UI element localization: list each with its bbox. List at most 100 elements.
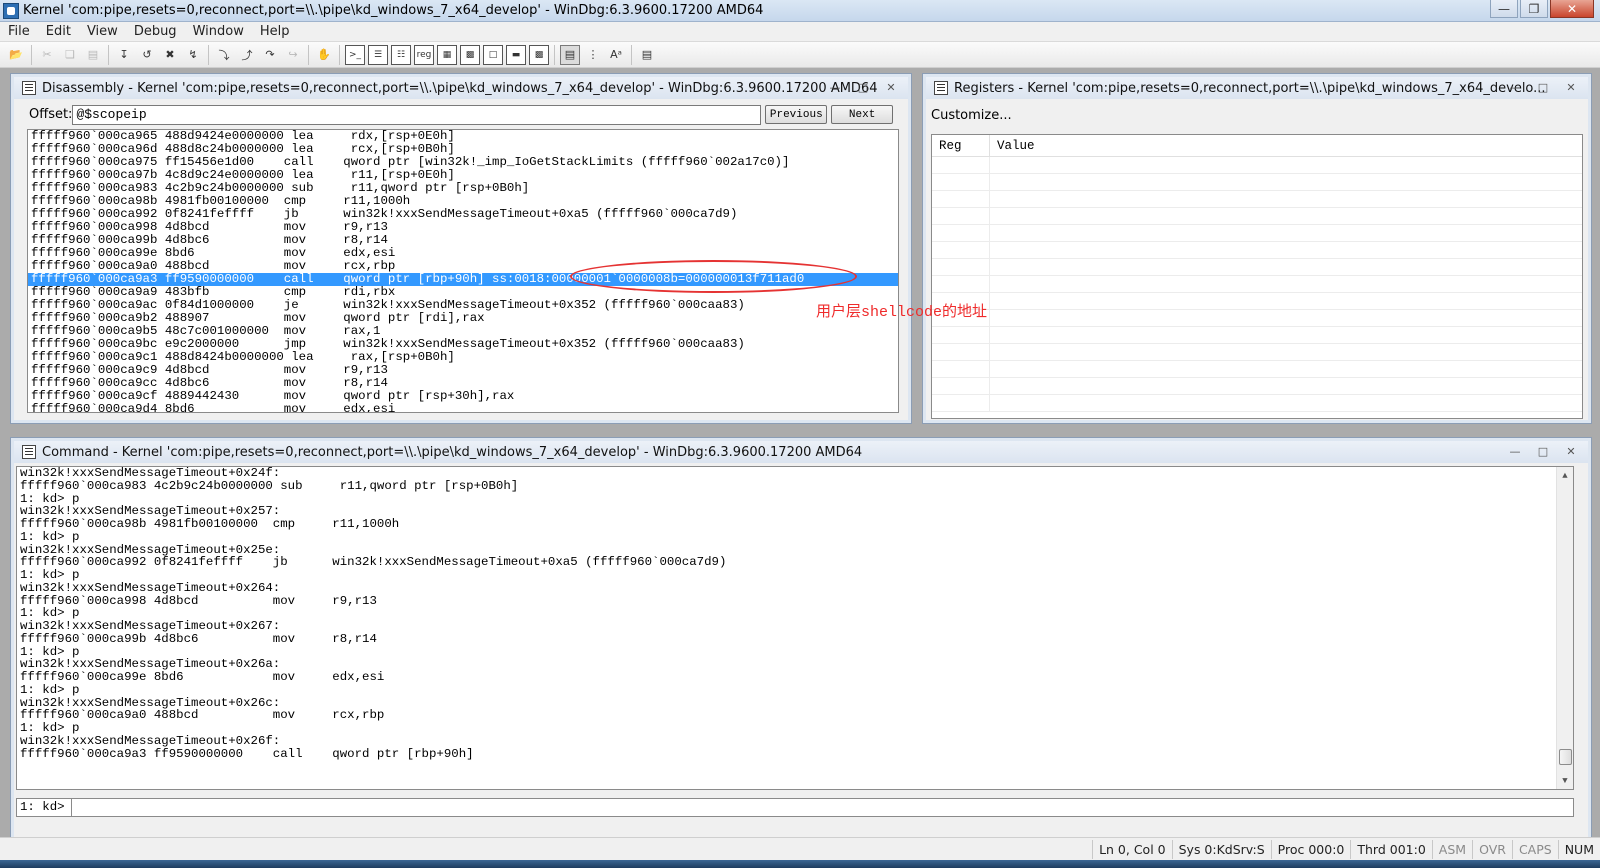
registers-grid[interactable]: Reg Value	[931, 134, 1583, 419]
breakpoint-hand-icon[interactable]: ✋	[314, 45, 334, 65]
toolbar-separator	[208, 44, 209, 65]
disassembly-window: Disassembly - Kernel 'com:pipe,resets=0,…	[10, 73, 912, 424]
restart-icon[interactable]: ↺	[137, 45, 157, 65]
scroll-down-icon[interactable]: ▼	[1557, 772, 1573, 789]
maximize-icon[interactable]: □	[852, 79, 874, 95]
restore-icon[interactable]: ❐	[1520, 0, 1548, 18]
menu-edit[interactable]: Edit	[38, 24, 79, 39]
customize-button[interactable]: Customize...	[931, 108, 1012, 123]
status-caps: CAPS	[1511, 839, 1558, 859]
close-icon[interactable]: ✕	[1550, 0, 1594, 18]
command-prompt-row: 1: kd>	[16, 798, 1574, 817]
register-row	[932, 174, 1582, 191]
command-prompt-label: 1: kd>	[17, 799, 72, 816]
previous-button[interactable]: Previous	[765, 105, 828, 124]
memory-window-icon[interactable]: ▦	[437, 44, 457, 65]
annotation-label: 用户层shellcode的地址	[816, 304, 988, 321]
minimize-icon[interactable]: —	[824, 79, 846, 95]
hex-mode-icon[interactable]: ⋮	[583, 45, 603, 65]
close-icon[interactable]: ✕	[1560, 79, 1582, 95]
go-icon[interactable]: ↧	[114, 45, 134, 65]
cut-icon[interactable]: ✂	[37, 45, 57, 65]
command-output-line: 1: kd> p	[20, 682, 80, 697]
register-row	[932, 344, 1582, 361]
command-output-line: 1: kd> p	[20, 568, 80, 582]
register-row	[932, 327, 1582, 344]
menu-help[interactable]: Help	[252, 24, 298, 39]
disassembly-line[interactable]: fffff960`000ca9d4 8bd6 mov edx,esi	[28, 403, 898, 413]
os-taskbar	[0, 860, 1600, 868]
step-out-icon[interactable]: ↷	[260, 45, 280, 65]
register-row	[932, 242, 1582, 259]
menu-window[interactable]: Window	[185, 24, 252, 39]
stop-debugging-icon[interactable]: ✖	[160, 45, 180, 65]
registers-window-icon[interactable]: reg	[414, 44, 434, 65]
toolbar-separator	[108, 44, 109, 65]
disassembly-window-icon[interactable]: □	[483, 44, 503, 65]
close-icon[interactable]: ✕	[880, 79, 902, 95]
scroll-up-icon[interactable]: ▲	[1557, 467, 1573, 484]
status-ovr: OVR	[1472, 839, 1512, 859]
toolbar-separator	[339, 44, 340, 65]
options-icon[interactable]: ▤	[637, 45, 657, 65]
close-icon[interactable]: ✕	[1560, 443, 1582, 459]
disassembly-offset-bar: Offset: @$scopeip Previous Next	[27, 104, 893, 125]
processes-threads-icon[interactable]: ▩	[529, 44, 549, 65]
toolbar-separator	[554, 44, 555, 65]
command-output-line: win32k!xxxSendMessageTimeout+0x24f:	[20, 466, 281, 480]
call-stack-icon[interactable]: ▩	[460, 44, 480, 65]
command-output-scrollbar[interactable]: ▲ ▼	[1556, 467, 1573, 789]
app-title: Kernel 'com:pipe,resets=0,reconnect,port…	[23, 3, 764, 18]
minimize-icon[interactable]: —	[1504, 443, 1526, 459]
maximize-icon[interactable]: □	[1532, 79, 1554, 95]
registers-window-title: Registers - Kernel 'com:pipe,resets=0,re…	[954, 80, 1546, 96]
paste-icon[interactable]: ▤	[83, 45, 103, 65]
toolbar: 📂 ✂ ❏ ▤ ↧ ↺ ✖ ↯ ⤵ ⤴ ↷ ↪ ✋ >_ ☰ ☷ reg ▦ ▩…	[0, 42, 1600, 68]
menu-view[interactable]: View	[79, 24, 126, 39]
command-window-icon[interactable]: >_	[345, 44, 365, 65]
value-column-header[interactable]: Value	[990, 135, 1035, 156]
window-controls: — ❐ ✕	[1488, 0, 1594, 18]
break-icon[interactable]: ↯	[183, 45, 203, 65]
next-button[interactable]: Next	[831, 105, 893, 124]
status-sys: Sys 0:KdSrv:S	[1171, 839, 1271, 859]
register-row	[932, 259, 1582, 276]
scratch-pad-icon[interactable]: ▬	[506, 44, 526, 65]
minimize-icon[interactable]: —	[1490, 0, 1518, 18]
font-icon[interactable]: Aᵃ	[606, 45, 626, 65]
command-window-icon	[22, 445, 36, 459]
offset-input[interactable]: @$scopeip	[72, 104, 762, 125]
toolbar-separator	[308, 44, 309, 65]
open-folder-icon[interactable]: 📂	[6, 45, 26, 65]
command-output-line: fffff960`000ca99e 8bd6 mov edx,esi	[20, 670, 385, 684]
step-over-icon[interactable]: ⤴	[237, 45, 257, 65]
scrollbar-thumb[interactable]	[1559, 749, 1572, 765]
disassembly-listing[interactable]: fffff960`000ca965 488d9424e0000000 lea r…	[27, 129, 899, 413]
register-row	[932, 361, 1582, 378]
command-output[interactable]: win32k!xxxSendMessageTimeout+0x24f: fffff…	[16, 466, 1574, 790]
register-row	[932, 276, 1582, 293]
command-output-line: fffff960`000ca983 4c2b9c24b0000000 sub r…	[20, 478, 519, 493]
maximize-icon[interactable]: □	[1532, 443, 1554, 459]
step-into-icon[interactable]: ⤵	[214, 45, 234, 65]
registers-rows	[932, 157, 1582, 412]
source-mode-icon[interactable]: ▤	[560, 44, 580, 65]
register-row	[932, 191, 1582, 208]
watch-window-icon[interactable]: ☰	[368, 44, 388, 65]
locals-window-icon[interactable]: ☷	[391, 44, 411, 65]
command-input[interactable]	[72, 799, 1573, 816]
toolbar-separator	[31, 44, 32, 65]
registers-window-header: Registers - Kernel 'com:pipe,resets=0,re…	[926, 77, 1588, 99]
menu-debug[interactable]: Debug	[126, 24, 185, 39]
menu-file[interactable]: File	[0, 24, 38, 39]
offset-label: Offset:	[29, 107, 73, 122]
minimize-icon[interactable]: —	[1504, 79, 1526, 95]
copy-icon[interactable]: ❏	[60, 45, 80, 65]
registers-window: Registers - Kernel 'com:pipe,resets=0,re…	[922, 73, 1592, 424]
command-output-line: fffff960`000ca998 4d8bcd mov r9,r13	[20, 593, 377, 608]
command-output-line: fffff960`000ca99b 4d8bc6 mov r8,r14	[20, 631, 377, 646]
reg-column-header[interactable]: Reg	[932, 135, 990, 156]
command-output-line: fffff960`000ca98b 4981fb00100000 cmp r11…	[20, 517, 400, 531]
windbg-app-icon[interactable]	[3, 2, 19, 19]
run-to-cursor-icon[interactable]: ↪	[283, 45, 303, 65]
